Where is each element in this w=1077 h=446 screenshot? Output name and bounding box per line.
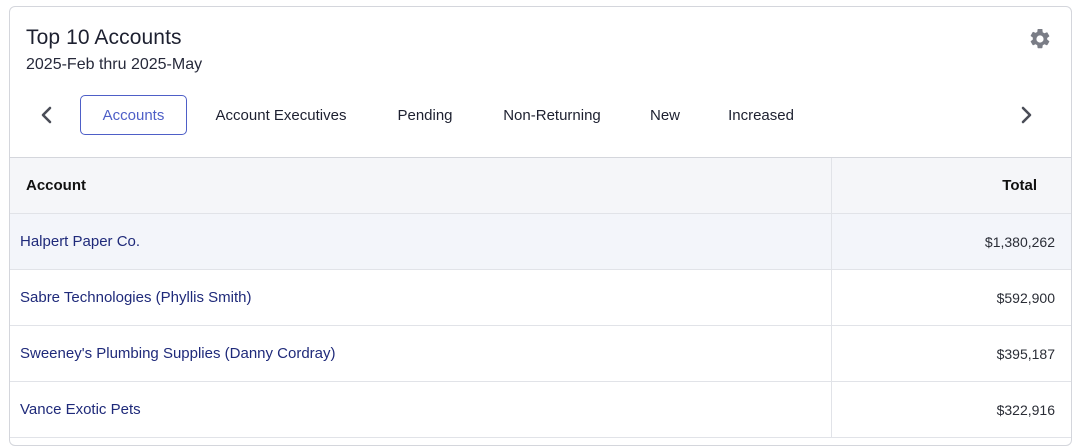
tab-pending[interactable]: Pending	[386, 95, 464, 135]
date-range: 2025-Feb thru 2025-May	[26, 56, 203, 73]
table-header-row: Account Total	[10, 158, 1071, 214]
account-link[interactable]: Halpert Paper Co.	[20, 214, 140, 269]
account-link[interactable]: Vance Exotic Pets	[20, 382, 141, 437]
tab-non-returning[interactable]: Non-Returning	[490, 95, 614, 135]
column-divider	[831, 214, 832, 269]
tab-bar: Accounts Account Executives Pending Non-…	[10, 93, 1071, 137]
account-total: $395,187	[996, 345, 1055, 362]
account-total: $1,380,262	[984, 233, 1055, 250]
column-divider	[831, 158, 832, 213]
widget-title: Top 10 Accounts	[26, 26, 182, 49]
table-row[interactable]: Sabre Technologies (Phyllis Smith) $592,…	[10, 270, 1071, 326]
table-row[interactable]: Halpert Paper Co. $1,380,262	[10, 214, 1071, 270]
tab-increased[interactable]: Increased	[716, 95, 806, 135]
chevron-left-icon[interactable]	[35, 103, 59, 127]
gear-icon[interactable]	[1028, 27, 1052, 51]
table-row[interactable]: Vance Exotic Pets $322,916	[10, 382, 1071, 438]
tab-account-executives[interactable]: Account Executives	[206, 95, 356, 135]
accounts-table: Account Total Halpert Paper Co. $1,380,2…	[10, 157, 1071, 438]
account-total: $592,900	[996, 289, 1055, 306]
account-total: $322,916	[996, 401, 1055, 418]
table-row[interactable]: Sweeney's Plumbing Supplies (Danny Cordr…	[10, 326, 1071, 382]
account-link[interactable]: Sweeney's Plumbing Supplies (Danny Cordr…	[20, 326, 336, 381]
column-header-total[interactable]: Total	[1002, 158, 1037, 213]
column-divider	[831, 326, 832, 381]
account-link[interactable]: Sabre Technologies (Phyllis Smith)	[20, 270, 252, 325]
tab-accounts[interactable]: Accounts	[80, 95, 187, 135]
column-divider	[831, 382, 832, 437]
column-header-account[interactable]: Account	[26, 158, 86, 213]
tab-new[interactable]: New	[640, 95, 690, 135]
top-accounts-widget: Top 10 Accounts 2025-Feb thru 2025-May A…	[9, 6, 1072, 446]
column-divider	[831, 270, 832, 325]
chevron-right-icon[interactable]	[1014, 103, 1038, 127]
